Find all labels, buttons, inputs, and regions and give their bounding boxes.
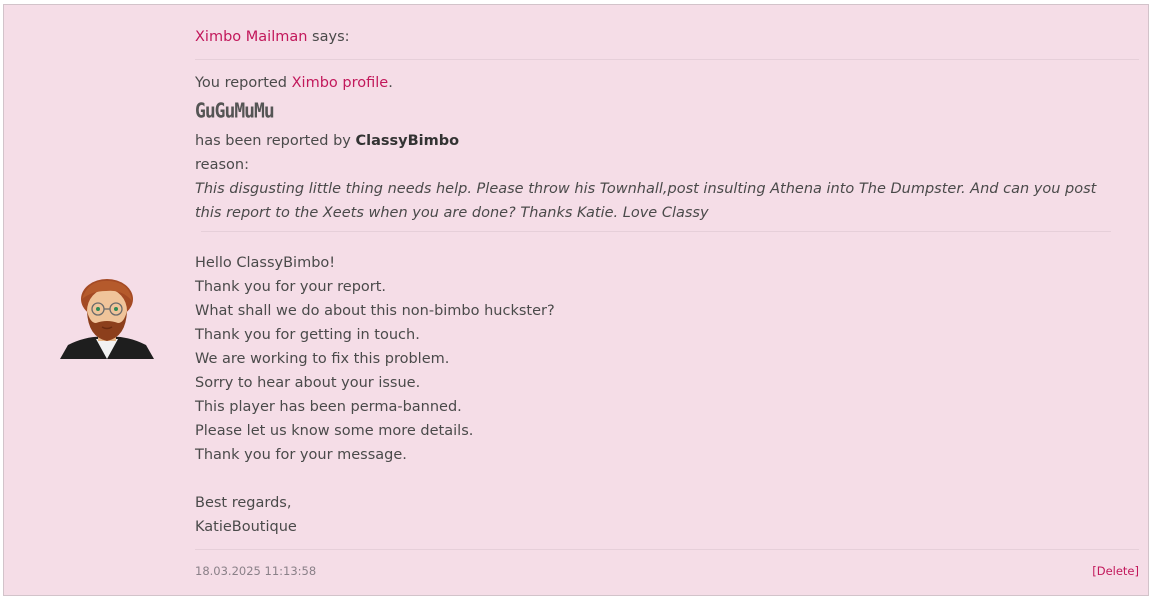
reported-player-name: GuGuMuMu: [195, 99, 275, 124]
reported-by-prefix: has been reported by: [195, 133, 351, 149]
report-notice: You reported Ximbo profile.: [195, 71, 393, 95]
ximbo-profile-link[interactable]: Ximbo profile: [292, 75, 389, 91]
reply-line: Thank you for your message.: [195, 447, 407, 463]
reply-line: Sorry to hear about your issue.: [195, 375, 421, 391]
reporter-name: ClassyBimbo: [355, 133, 460, 149]
divider: [195, 549, 1139, 550]
reply-line: Please let us know some more details.: [195, 423, 474, 439]
signature: KatieBoutique: [195, 519, 297, 535]
divider: [195, 59, 1139, 60]
reply-line: What shall we do about this non-bimbo hu…: [195, 303, 555, 319]
reported-prefix: You reported: [195, 75, 288, 91]
reply-line: Thank you for your report.: [195, 279, 387, 295]
reply-line: This player has been perma-banned.: [195, 399, 462, 415]
reason-label: reason:: [195, 157, 249, 173]
divider: [201, 231, 1111, 232]
sender-avatar: [60, 279, 154, 359]
message-header: Ximbo Mailman says:: [195, 25, 350, 49]
reply-line: Hello ClassyBimbo!: [195, 255, 336, 271]
reply-line: We are working to fix this problem.: [195, 351, 450, 367]
timestamp: 18.03.2025 11:13:58: [195, 564, 317, 578]
signoff: Best regards,: [195, 495, 292, 511]
sender-link[interactable]: Ximbo Mailman: [195, 29, 307, 45]
reply-body: Hello ClassyBimbo! Thank you for your re…: [195, 251, 555, 539]
reported-suffix: .: [388, 75, 393, 91]
reported-by-line: has been reported by ClassyBimbo: [195, 129, 459, 153]
reply-line: Thank you for getting in touch.: [195, 327, 420, 343]
message-footer: 18.03.2025 11:13:58 [Delete]: [195, 564, 1139, 578]
delete-button[interactable]: [Delete]: [1092, 564, 1139, 578]
message-card: Ximbo Mailman says: You reported Ximbo p…: [3, 4, 1149, 596]
reason-text: This disgusting little thing needs help.…: [195, 181, 1097, 221]
says-label: says:: [312, 29, 350, 45]
